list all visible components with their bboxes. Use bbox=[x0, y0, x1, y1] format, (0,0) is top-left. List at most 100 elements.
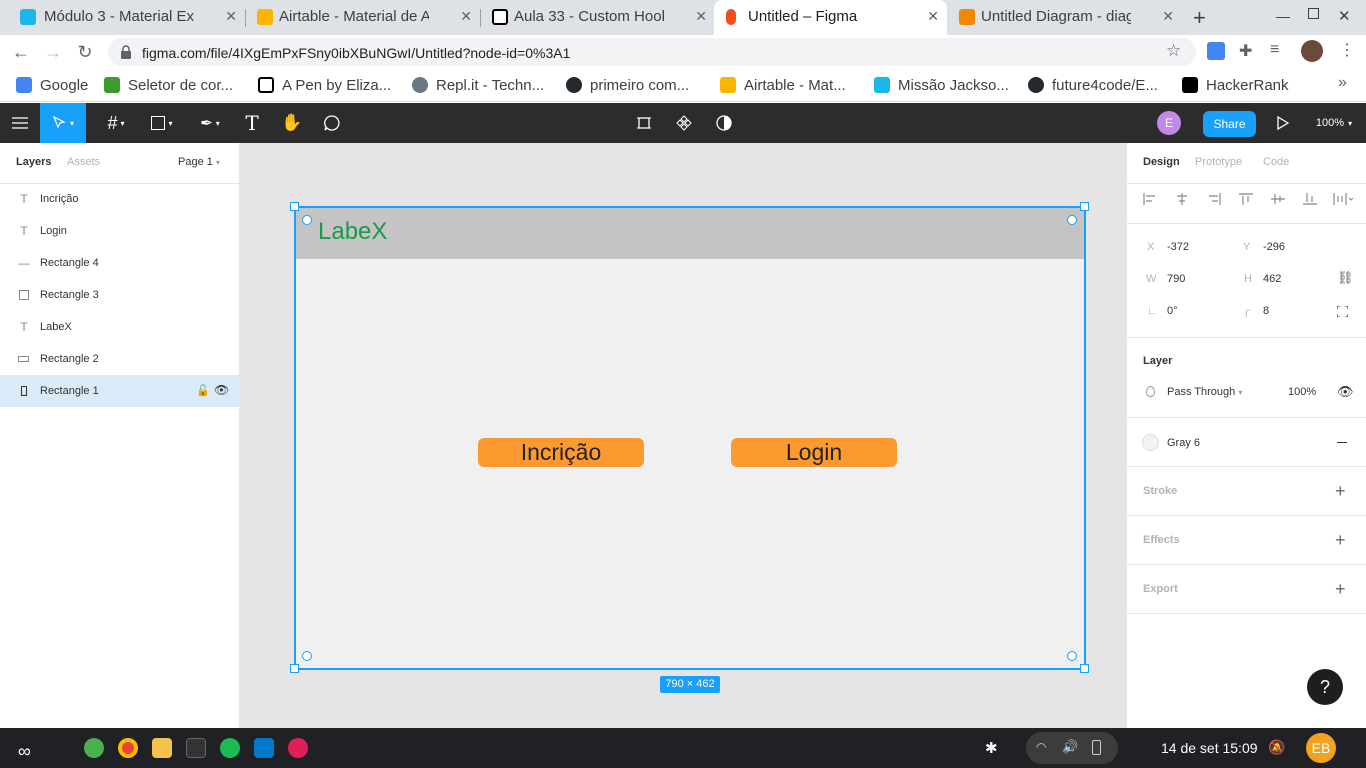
present-icon[interactable] bbox=[1272, 103, 1294, 143]
layer-labex[interactable]: T LabeX bbox=[0, 311, 240, 343]
profile-avatar[interactable] bbox=[1301, 40, 1323, 62]
launcher-icon[interactable]: ∞ bbox=[18, 741, 31, 762]
resize-handle-bottom-right[interactable] bbox=[1080, 664, 1089, 673]
close-icon[interactable]: ✕ bbox=[225, 8, 237, 25]
align-horizontal-center-icon[interactable] bbox=[1175, 193, 1189, 205]
corner-radius-input[interactable]: 8 bbox=[1263, 305, 1269, 317]
pen-tool-button[interactable]: ✒ ▾ bbox=[192, 103, 228, 143]
star-icon[interactable]: ☆ bbox=[1166, 41, 1181, 61]
spotify-icon[interactable] bbox=[220, 738, 240, 758]
tab-code[interactable]: Code bbox=[1263, 156, 1289, 168]
rotation-input[interactable]: 0° bbox=[1167, 305, 1178, 317]
w-input[interactable]: 790 bbox=[1167, 273, 1185, 285]
share-button[interactable]: Share bbox=[1203, 111, 1256, 137]
add-effect-icon[interactable]: + bbox=[1335, 531, 1346, 549]
bookmark-seletor[interactable]: Seletor de cor... bbox=[104, 75, 233, 95]
add-stroke-icon[interactable]: + bbox=[1335, 482, 1346, 500]
layer-login[interactable]: T Login bbox=[0, 215, 240, 247]
menu-icon[interactable]: ⋮ bbox=[1339, 40, 1355, 60]
address-bar[interactable]: figma.com/file/4IXgEmPxFSny0ibXBuNGwI/Un… bbox=[108, 38, 1196, 66]
align-top-icon[interactable] bbox=[1239, 193, 1253, 205]
chrome-icon[interactable] bbox=[118, 738, 138, 758]
tab-prototype[interactable]: Prototype bbox=[1195, 156, 1242, 168]
media-icon[interactable]: ≡ bbox=[1270, 41, 1279, 59]
system-tray[interactable]: ◠ 🔊 bbox=[1026, 732, 1118, 764]
more-bookmarks-icon[interactable]: » bbox=[1338, 74, 1347, 92]
minimize-icon[interactable]: — bbox=[1276, 8, 1290, 24]
zoom-dropdown[interactable]: 100% ▾ bbox=[1310, 103, 1358, 143]
reload-icon[interactable]: ↻ bbox=[74, 41, 96, 63]
text-tool-icon[interactable]: T bbox=[240, 103, 264, 143]
terminal-icon[interactable] bbox=[186, 738, 206, 758]
align-bottom-icon[interactable] bbox=[1303, 193, 1317, 205]
bookmark-codepen[interactable]: A Pen by Eliza... bbox=[258, 75, 391, 95]
align-vertical-center-icon[interactable] bbox=[1271, 193, 1285, 205]
help-button[interactable]: ? bbox=[1307, 669, 1343, 705]
close-icon[interactable]: ✕ bbox=[1162, 8, 1174, 25]
tab-diagrams[interactable]: Untitled Diagram - diagrams.net ✕ bbox=[947, 0, 1182, 35]
move-tool-button[interactable]: ▾ bbox=[40, 103, 86, 143]
tab-aula33[interactable]: Aula 33 - Custom Hooks ✕ bbox=[480, 0, 715, 35]
crop-icon[interactable] bbox=[632, 103, 656, 143]
eye-icon[interactable]: 👁 bbox=[214, 383, 229, 397]
bookmark-github-1[interactable]: primeiro com... bbox=[566, 75, 689, 95]
y-input[interactable]: -296 bbox=[1263, 241, 1285, 253]
resize-handle-top-right[interactable] bbox=[1080, 202, 1089, 211]
main-menu-icon[interactable] bbox=[6, 103, 34, 143]
canvas[interactable]: LabeX Incrição Login 790 × 462 bbox=[240, 143, 1126, 728]
bookmark-github-2[interactable]: future4code/E... bbox=[1028, 75, 1158, 95]
resize-handle-top-left[interactable] bbox=[290, 202, 299, 211]
window-close-icon[interactable]: ✕ bbox=[1338, 7, 1351, 25]
hand-tool-icon[interactable]: ✋ bbox=[280, 103, 304, 143]
layer-incricao[interactable]: T Incrição bbox=[0, 183, 240, 215]
app-icon[interactable] bbox=[84, 738, 104, 758]
opacity-input[interactable]: 100% bbox=[1288, 386, 1316, 398]
header-rectangle[interactable]: LabeX bbox=[295, 207, 1085, 259]
fill-style-name[interactable]: Gray 6 bbox=[1167, 437, 1200, 449]
comment-tool-icon[interactable] bbox=[320, 103, 344, 143]
independent-corners-icon[interactable] bbox=[1337, 306, 1348, 317]
fill-swatch[interactable] bbox=[1142, 434, 1159, 451]
constrain-proportions-icon[interactable]: ⛓ bbox=[1337, 270, 1354, 286]
extensions-icon[interactable]: ✚ bbox=[1239, 41, 1252, 61]
slack-tray-icon[interactable]: ✱ bbox=[985, 739, 998, 757]
radius-handle[interactable] bbox=[1067, 651, 1077, 661]
back-icon[interactable]: ← bbox=[10, 41, 32, 63]
forward-icon[interactable]: → bbox=[42, 41, 64, 63]
tab-layers[interactable]: Layers bbox=[16, 156, 51, 168]
new-tab-button[interactable]: + bbox=[1193, 5, 1206, 31]
bookmark-hackerrank[interactable]: HackerRank bbox=[1182, 75, 1289, 95]
radius-handle[interactable] bbox=[1067, 215, 1077, 225]
close-icon[interactable]: ✕ bbox=[460, 8, 472, 25]
page-selector[interactable]: Page 1 ▾ bbox=[178, 156, 220, 168]
tab-figma[interactable]: Untitled – Figma ✕ bbox=[714, 0, 947, 35]
frame-rectangle-1[interactable]: LabeX Incrição Login bbox=[295, 207, 1085, 669]
clock[interactable]: 14 de set 15:09 bbox=[1161, 740, 1258, 756]
login-button[interactable]: Login bbox=[731, 438, 897, 467]
vscode-icon[interactable] bbox=[254, 738, 274, 758]
close-icon[interactable]: ✕ bbox=[695, 8, 707, 25]
tab-design[interactable]: Design bbox=[1143, 156, 1180, 168]
tab-modulo3[interactable]: Módulo 3 - Material Extra ✕ bbox=[0, 0, 245, 35]
eye-icon[interactable]: 👁 bbox=[1337, 384, 1354, 400]
shape-tool-button[interactable]: ▾ bbox=[144, 103, 180, 143]
bookmark-replit[interactable]: Repl.it - Techn... bbox=[412, 75, 544, 95]
layer-rectangle-4[interactable]: — Rectangle 4 bbox=[0, 247, 240, 279]
notifications-off-icon[interactable]: 🔕 bbox=[1268, 739, 1285, 756]
align-right-icon[interactable] bbox=[1207, 193, 1221, 205]
layer-rectangle-2[interactable]: Rectangle 2 bbox=[0, 343, 240, 375]
incricao-button[interactable]: Incrição bbox=[478, 438, 644, 467]
bookmark-missao[interactable]: Missão Jackso... bbox=[874, 75, 1009, 95]
remove-fill-icon[interactable] bbox=[1337, 442, 1347, 443]
tab-assets[interactable]: Assets bbox=[67, 156, 100, 168]
labex-title[interactable]: LabeX bbox=[318, 218, 387, 246]
bookmark-google[interactable]: Google bbox=[16, 75, 88, 95]
slack-icon[interactable] bbox=[288, 738, 308, 758]
x-input[interactable]: -372 bbox=[1167, 241, 1189, 253]
user-avatar[interactable]: EB bbox=[1306, 733, 1336, 763]
user-avatar[interactable]: E bbox=[1157, 111, 1181, 135]
distribute-icon[interactable] bbox=[1333, 193, 1353, 205]
tab-airtable[interactable]: Airtable - Material de Apoio ✕ bbox=[245, 0, 480, 35]
blend-mode-dropdown[interactable]: Pass Through ▾ bbox=[1167, 386, 1242, 398]
align-left-icon[interactable] bbox=[1143, 193, 1157, 205]
